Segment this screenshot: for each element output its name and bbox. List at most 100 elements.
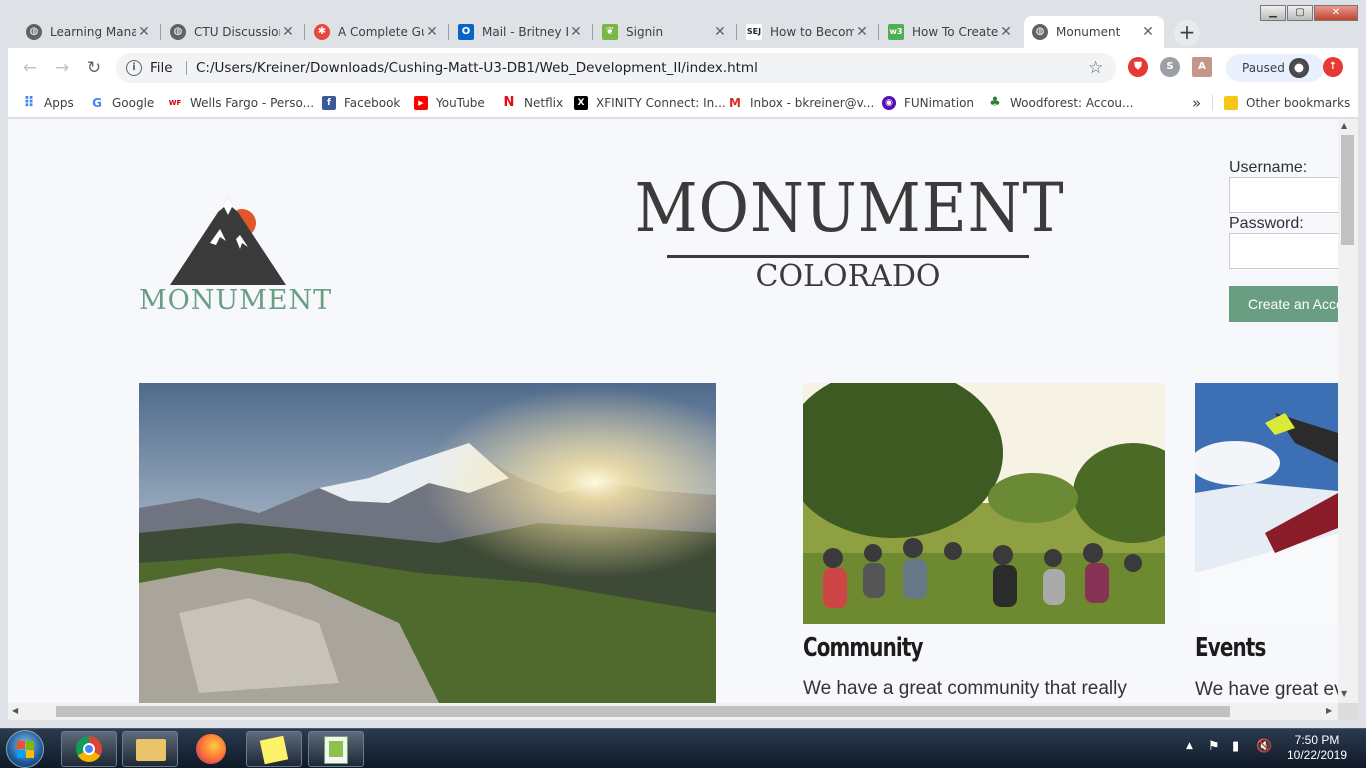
close-tab-icon[interactable]: ✕ [1140,24,1156,40]
gmail-icon: M [728,96,742,110]
bookmark-inbox[interactable]: M Inbox - bkreiner@v... [728,88,874,118]
asterisk-icon: ✱ [314,24,330,40]
password-input[interactable] [1229,233,1338,269]
firefox-icon[interactable] [196,734,226,764]
sej-icon: SEJ [746,24,762,40]
start-button[interactable] [6,730,44,768]
update-icon[interactable]: ↑ [1323,57,1343,77]
bookmark-youtube[interactable]: ▶ YouTube [414,88,485,118]
facebook-icon: f [322,96,336,110]
info-icon[interactable]: i [126,60,142,76]
reload-icon[interactable]: ↻ [84,58,104,78]
close-tab-icon[interactable]: ✕ [854,24,870,40]
profile-paused-button[interactable]: Paused [1226,54,1324,82]
bookmark-woodforest[interactable]: ♣ Woodforest: Accou... [988,88,1133,118]
minimize-icon[interactable]: ▁ [1260,5,1286,21]
scroll-up-icon[interactable]: ▲ [1341,121,1347,130]
file-explorer-icon [136,739,166,761]
bookmark-facebook[interactable]: f Facebook [322,88,400,118]
close-tab-icon[interactable]: ✕ [136,24,152,40]
system-clock[interactable]: 7:50 PM 10/22/2019 [1282,733,1352,763]
globe-icon: ◍ [26,24,42,40]
taskbar-sticky-notes[interactable] [246,731,302,767]
bookmark-google[interactable]: G Google [90,88,154,118]
star-icon[interactable]: ☆ [1088,53,1103,83]
bookmark-label: Facebook [344,96,401,110]
tab-sej[interactable]: SEJ How to Becom ✕ [738,16,878,48]
maximize-icon[interactable]: ▢ [1287,5,1313,21]
bookmark-wellsfargo[interactable]: WF Wells Fargo - Perso... [168,88,314,118]
bookmark-netflix[interactable]: N Netflix [502,88,564,118]
outlook-icon: O [458,24,474,40]
other-bookmarks[interactable]: Other bookmarks [1224,88,1350,118]
back-arrow-icon[interactable]: ← [20,58,40,78]
address-bar[interactable]: i File C:/Users/Kreiner/Downloads/Cushin… [116,53,1116,83]
bookmark-label: Inbox - bkreiner@v... [750,96,875,110]
close-tab-icon[interactable]: ✕ [280,24,296,40]
tab-title: CTU Discussion [194,25,280,39]
events-heading: Events [1195,633,1266,663]
close-tab-icon[interactable]: ✕ [712,24,728,40]
close-tab-icon[interactable]: ✕ [424,24,440,40]
title-divider [667,255,1029,258]
create-account-button[interactable]: Create an Account [1229,286,1338,322]
netflix-icon: N [503,95,515,110]
chrome-icon [76,736,102,762]
tray-expand-icon[interactable]: ▲ [1186,741,1193,751]
tab-monument[interactable]: ◍ Monument ✕ [1024,16,1164,48]
youtube-icon: ▶ [414,96,428,110]
flag-icon[interactable]: ⚑ [1208,739,1220,754]
pdf-extension-icon[interactable]: A [1192,57,1212,77]
mountain-hero-image [139,383,716,703]
taskbar-explorer[interactable] [122,731,178,767]
events-image [1195,383,1338,624]
funimation-icon: ◉ [882,96,896,110]
horizontal-scroll-thumb[interactable] [56,706,1230,717]
globe-icon: ◍ [170,24,186,40]
scroll-down-icon[interactable]: ▼ [1341,689,1347,698]
username-input[interactable] [1229,177,1338,213]
bookmark-funimation[interactable]: ◉ FUNimation [882,88,974,118]
clock-time: 7:50 PM [1294,733,1340,747]
avatar [1289,58,1309,78]
vertical-scrollbar[interactable]: ▲ ▼ [1338,119,1358,703]
scroll-corner [1338,703,1358,720]
tab-w3[interactable]: w3 How To Create ✕ [880,16,1022,48]
tab-mail[interactable]: O Mail - Britney K ✕ [450,16,592,48]
scheme-label: File [150,60,173,76]
profile-status: Paused [1242,61,1285,75]
globe-icon: ◍ [1032,24,1048,40]
taskbar-notepadpp[interactable] [308,731,364,767]
tab-title: Learning Mana [50,25,136,39]
new-tab-button[interactable]: + [1174,20,1200,46]
volume-muted-icon[interactable]: 🔇 [1256,739,1272,754]
scroll-right-icon[interactable]: ▶ [1326,706,1332,715]
close-window-icon[interactable]: ✕ [1314,5,1358,21]
bookmark-xfinity[interactable]: X XFINITY Connect: In... [574,88,726,118]
bookmark-label: XFINITY Connect: In... [596,96,726,110]
tab-guide[interactable]: ✱ A Complete Gu ✕ [306,16,448,48]
taskbar-chrome[interactable] [61,731,117,767]
tab-learning[interactable]: ◍ Learning Mana ✕ [18,16,160,48]
bookmarks-bar: ⠿ Apps G Google WF Wells Fargo - Perso... f… [8,88,1358,118]
bookmark-label: YouTube [436,96,485,110]
tab-ctu[interactable]: ◍ CTU Discussion ✕ [162,16,304,48]
community-heading: Community [803,633,923,663]
tab-title: How To Create [912,25,998,39]
horizontal-scrollbar[interactable]: ◀ ▶ [8,703,1338,720]
url-text[interactable]: C:/Users/Kreiner/Downloads/Cushing-Matt-… [196,53,758,83]
close-tab-icon[interactable]: ✕ [998,24,1014,40]
ublock-extension-icon[interactable]: ⛊ [1128,57,1148,77]
skype-extension-icon[interactable]: S [1160,57,1180,77]
tab-title: How to Becom [770,25,854,39]
bookmarks-overflow-button[interactable]: » [1192,88,1201,118]
tab-signin[interactable]: ❦ Signin ✕ [594,16,736,48]
bookmark-label: Netflix [524,96,564,110]
vertical-scroll-thumb[interactable] [1341,135,1354,245]
close-tab-icon[interactable]: ✕ [568,24,584,40]
bookmark-apps[interactable]: ⠿ Apps [22,88,74,118]
battery-icon[interactable]: ▮ [1232,739,1239,754]
scroll-left-icon[interactable]: ◀ [12,706,18,715]
logo-text: MONUMENT [139,285,333,316]
forward-arrow-icon[interactable]: → [52,58,72,78]
